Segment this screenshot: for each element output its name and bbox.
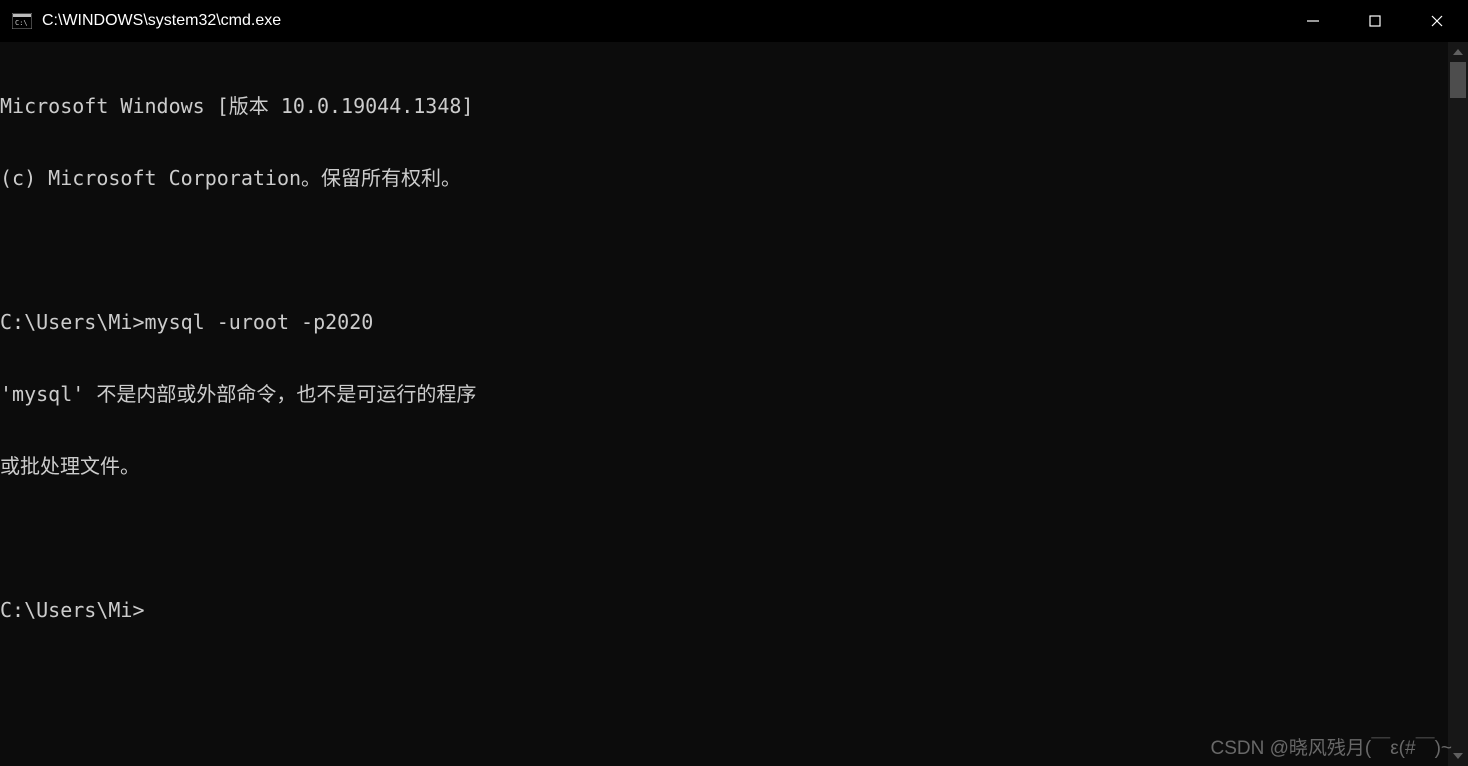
terminal-line: Microsoft Windows [版本 10.0.19044.1348] <box>0 94 1448 118</box>
terminal-line: C:\Users\Mi>mysql -uroot -p2020 <box>0 310 1448 334</box>
cmd-icon: C:\ <box>12 13 32 29</box>
terminal-line <box>0 526 1448 550</box>
terminal-area: Microsoft Windows [版本 10.0.19044.1348] (… <box>0 42 1468 766</box>
scrollbar-down-arrow-icon[interactable] <box>1448 746 1468 766</box>
window-title: C:\WINDOWS\system32\cmd.exe <box>42 12 1282 30</box>
terminal-line: 或批处理文件。 <box>0 454 1448 478</box>
terminal-prompt: C:\Users\Mi> <box>0 598 1448 622</box>
svg-text:C:\: C:\ <box>15 19 28 27</box>
terminal-output[interactable]: Microsoft Windows [版本 10.0.19044.1348] (… <box>0 42 1448 766</box>
window-controls <box>1282 0 1468 42</box>
scrollbar-vertical[interactable] <box>1448 42 1468 766</box>
terminal-line: (c) Microsoft Corporation。保留所有权利。 <box>0 166 1448 190</box>
terminal-line: 'mysql' 不是内部或外部命令，也不是可运行的程序 <box>0 382 1448 406</box>
scrollbar-thumb[interactable] <box>1450 62 1466 98</box>
scrollbar-up-arrow-icon[interactable] <box>1448 42 1468 62</box>
close-button[interactable] <box>1406 0 1468 42</box>
minimize-button[interactable] <box>1282 0 1344 42</box>
window-titlebar: C:\ C:\WINDOWS\system32\cmd.exe <box>0 0 1468 42</box>
maximize-button[interactable] <box>1344 0 1406 42</box>
terminal-line <box>0 238 1448 262</box>
